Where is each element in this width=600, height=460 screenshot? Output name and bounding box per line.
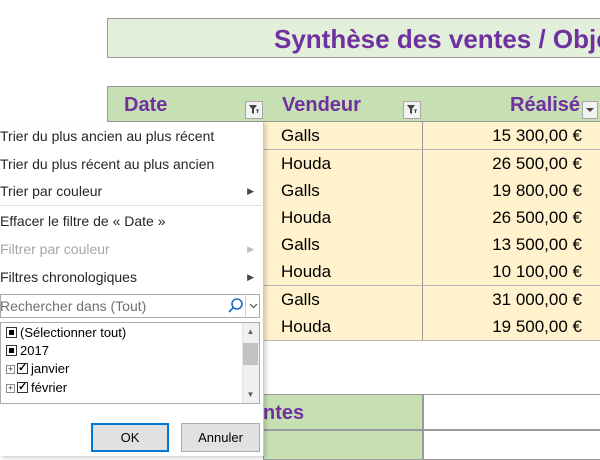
cell-realise[interactable]: 26 500,00 €: [423, 204, 600, 232]
menu-sort-ascending[interactable]: Trier du plus ancien au plus récent: [0, 122, 264, 150]
table-row: Galls 15 300,00 €: [263, 122, 600, 150]
cell-vendeur[interactable]: Galls: [263, 177, 423, 205]
tree-item-label: février: [31, 380, 68, 395]
submenu-arrow-icon: ▶: [247, 244, 254, 254]
cell-vendeur[interactable]: Houda: [263, 150, 423, 178]
menu-sort-by-color-label: Trier par couleur: [0, 183, 103, 199]
cell-realise[interactable]: 19 800,00 €: [423, 177, 600, 205]
cell-vendeur[interactable]: Houda: [263, 313, 423, 341]
menu-chrono-filters-label: Filtres chronologiques: [0, 269, 137, 285]
menu-sort-ascending-label: Trier du plus ancien au plus récent: [0, 128, 215, 144]
menu-sort-descending-label: Trier du plus récent au plus ancien: [0, 156, 215, 172]
expand-icon[interactable]: +: [6, 384, 15, 393]
cell-realise[interactable]: 13 500,00 €: [423, 231, 600, 259]
scroll-down-icon[interactable]: ▼: [242, 386, 259, 403]
table-row: Galls 31 000,00 €: [263, 286, 600, 314]
menu-separator: [0, 205, 264, 206]
menu-filter-by-color-label: Filtrer par couleur: [0, 241, 110, 257]
submenu-arrow-icon: ▶: [247, 186, 254, 196]
filter-applied-icon: [407, 105, 417, 114]
header-date: Date: [124, 94, 168, 116]
dropdown-arrow-icon: [586, 108, 594, 112]
table-row: Galls 19 800,00 €: [263, 177, 600, 205]
section-value-cell[interactable]: [423, 394, 600, 430]
sheet-title: Synthèse des ventes / Obje: [274, 24, 600, 54]
cell-vendeur[interactable]: Houda: [263, 204, 423, 232]
filter-search-placeholder: Rechercher dans (Tout): [0, 298, 147, 314]
header-vendeur: Vendeur: [282, 94, 361, 116]
header-realise: Réalisé: [510, 94, 581, 116]
scroll-up-icon[interactable]: ▲: [242, 323, 259, 340]
cancel-button[interactable]: Annuler: [181, 423, 260, 452]
ok-button[interactable]: OK: [91, 423, 169, 452]
submenu-arrow-icon: ▶: [247, 272, 254, 282]
menu-clear-filter-label: Effacer le filtre de « Date »: [0, 213, 166, 229]
menu-clear-filter[interactable]: Effacer le filtre de « Date »: [0, 207, 264, 235]
filter-applied-icon: [249, 105, 259, 114]
menu-chrono-filters[interactable]: Filtres chronologiques ▶: [0, 263, 264, 291]
cell-realise[interactable]: 26 500,00 €: [423, 150, 600, 178]
tree-item-label: 2017: [20, 343, 49, 358]
cell-realise[interactable]: 10 100,00 €: [423, 258, 600, 286]
scrollbar-thumb[interactable]: [243, 343, 258, 365]
cell-realise[interactable]: 19 500,00 €: [423, 313, 600, 341]
cell-vendeur[interactable]: Galls: [263, 231, 423, 259]
section-header-label: ntes: [263, 402, 305, 424]
cell-realise[interactable]: 15 300,00 €: [423, 122, 600, 150]
table-row: Houda 26 500,00 €: [263, 204, 600, 232]
expand-icon[interactable]: +: [6, 365, 15, 374]
year-checkbox[interactable]: [6, 345, 17, 356]
cell-vendeur[interactable]: Galls: [263, 122, 423, 150]
vendeur-filter-button[interactable]: [403, 101, 421, 119]
select-all-checkbox[interactable]: [6, 327, 17, 338]
table-row: Houda 19 500,00 €: [263, 313, 600, 341]
menu-sort-descending[interactable]: Trier du plus récent au plus ancien: [0, 150, 264, 178]
table-row: Houda 26 500,00 €: [263, 150, 600, 178]
search-icon[interactable]: [227, 297, 245, 315]
chevron-down-icon: [249, 303, 257, 309]
search-scope-dropdown[interactable]: [245, 294, 260, 318]
cell-realise[interactable]: 31 000,00 €: [423, 286, 600, 314]
realise-filter-button[interactable]: [582, 101, 598, 119]
month-checkbox[interactable]: ✓: [17, 382, 28, 393]
table-row: Houda 10 100,00 €: [263, 258, 600, 286]
cell-vendeur[interactable]: Galls: [263, 286, 423, 314]
menu-filter-by-color: Filtrer par couleur ▶: [0, 235, 264, 263]
month-checkbox[interactable]: ✓: [17, 363, 28, 374]
tree-item-label: (Sélectionner tout): [20, 325, 127, 340]
table-row: Galls 13 500,00 €: [263, 231, 600, 259]
cell-vendeur[interactable]: Houda: [263, 258, 423, 286]
date-filter-button[interactable]: [245, 101, 263, 119]
menu-sort-by-color[interactable]: Trier par couleur ▶: [0, 177, 264, 205]
tree-item-label: janvier: [31, 361, 70, 376]
